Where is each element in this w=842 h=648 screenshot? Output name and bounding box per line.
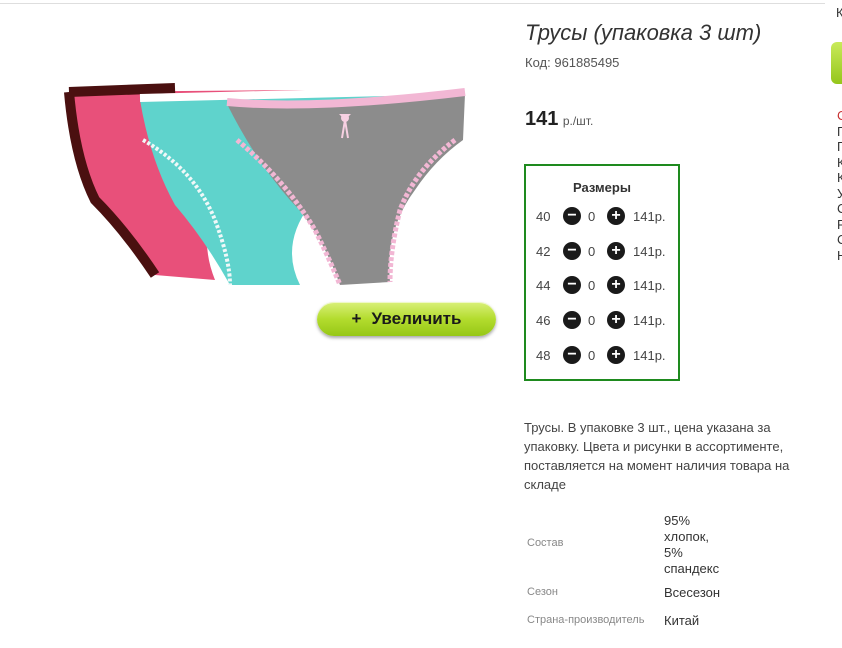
size-price: 141р. bbox=[633, 278, 666, 293]
quantity-value: 0 bbox=[588, 278, 596, 293]
plus-icon: + bbox=[351, 309, 362, 328]
size-row: 46 − 0 + 141р. bbox=[526, 311, 678, 331]
quantity-value: 0 bbox=[588, 348, 596, 363]
edge-letter: П bbox=[837, 123, 842, 139]
product-price: 141 р./шт. bbox=[525, 108, 593, 131]
attribute-label-season: Сезон bbox=[527, 586, 558, 598]
product-code: Код: 961885495 bbox=[525, 55, 619, 70]
top-divider bbox=[0, 3, 825, 4]
composition-line: спандекс bbox=[664, 561, 720, 576]
edge-letter: Р bbox=[837, 216, 842, 232]
composition-line: 95% bbox=[664, 513, 691, 528]
edge-text: К bbox=[836, 5, 842, 20]
price-value: 141 bbox=[525, 108, 559, 130]
size-row: 42 − 0 + 141р. bbox=[526, 242, 678, 262]
attribute-value-composition: 95% хлопок, 5% спандекс bbox=[664, 513, 719, 577]
size-price: 141р. bbox=[633, 313, 666, 328]
size-row: 44 − 0 + 141р. bbox=[526, 276, 678, 296]
sizes-panel: Размеры 40 − 0 + 141р. 42 − 0 + 141р. 44… bbox=[524, 164, 680, 381]
size-label: 48 bbox=[536, 348, 551, 363]
composition-line: 5% bbox=[664, 545, 683, 560]
increase-quantity-button[interactable]: + bbox=[607, 242, 625, 260]
increase-quantity-button[interactable]: + bbox=[607, 276, 625, 294]
cart-button-partial[interactable] bbox=[831, 42, 842, 84]
quantity-value: 0 bbox=[588, 244, 596, 259]
edge-letter: С bbox=[837, 201, 842, 216]
size-price: 141р. bbox=[633, 209, 666, 224]
zoom-button-label: Увеличить bbox=[371, 309, 462, 328]
attribute-value-season: Всесезон bbox=[664, 585, 721, 600]
attribute-label-composition: Состав bbox=[527, 537, 564, 549]
decrease-quantity-button[interactable]: − bbox=[563, 276, 581, 294]
edge-letter: П bbox=[837, 139, 842, 154]
product-code-label: Код: bbox=[525, 55, 551, 70]
size-label: 42 bbox=[536, 244, 551, 259]
decrease-quantity-button[interactable]: − bbox=[563, 207, 581, 225]
attribute-label-country: Страна-производитель bbox=[527, 614, 645, 626]
edge-letter: С bbox=[837, 232, 842, 247]
price-unit: р./шт. bbox=[562, 114, 594, 128]
product-title: Трусы (упаковка 3 шт) bbox=[525, 20, 762, 45]
size-price: 141р. bbox=[633, 348, 666, 363]
product-image[interactable] bbox=[55, 80, 475, 295]
composition-line: хлопок, bbox=[664, 529, 710, 544]
size-label: 40 bbox=[536, 209, 551, 224]
edge-letter: К bbox=[837, 154, 842, 170]
attribute-value-country: Китай bbox=[664, 613, 700, 628]
quantity-value: 0 bbox=[588, 209, 596, 224]
decrease-quantity-button[interactable]: − bbox=[563, 311, 581, 329]
side-column-partial: С П П К К У С Р С Н bbox=[837, 108, 842, 263]
increase-quantity-button[interactable]: + bbox=[607, 346, 625, 364]
decrease-quantity-button[interactable]: − bbox=[563, 242, 581, 260]
size-label: 46 bbox=[536, 313, 551, 328]
size-row: 48 − 0 + 141р. bbox=[526, 346, 678, 366]
increase-quantity-button[interactable]: + bbox=[607, 311, 625, 329]
decrease-quantity-button[interactable]: − bbox=[563, 346, 581, 364]
product-description: Трусы. В упаковке 3 шт., цена указана за… bbox=[524, 420, 790, 492]
sizes-title: Размеры bbox=[573, 180, 631, 195]
size-label: 44 bbox=[536, 278, 551, 293]
increase-quantity-button[interactable]: + bbox=[607, 207, 625, 225]
size-row: 40 − 0 + 141р. bbox=[526, 207, 678, 227]
edge-letter: С bbox=[837, 108, 842, 123]
edge-letter: У bbox=[837, 185, 842, 201]
edge-letter: Н bbox=[837, 247, 842, 263]
zoom-button[interactable]: + Увеличить bbox=[317, 302, 496, 336]
product-code-value: 961885495 bbox=[554, 55, 620, 70]
edge-letter: К bbox=[837, 170, 842, 185]
size-price: 141р. bbox=[633, 244, 666, 259]
quantity-value: 0 bbox=[588, 313, 596, 328]
